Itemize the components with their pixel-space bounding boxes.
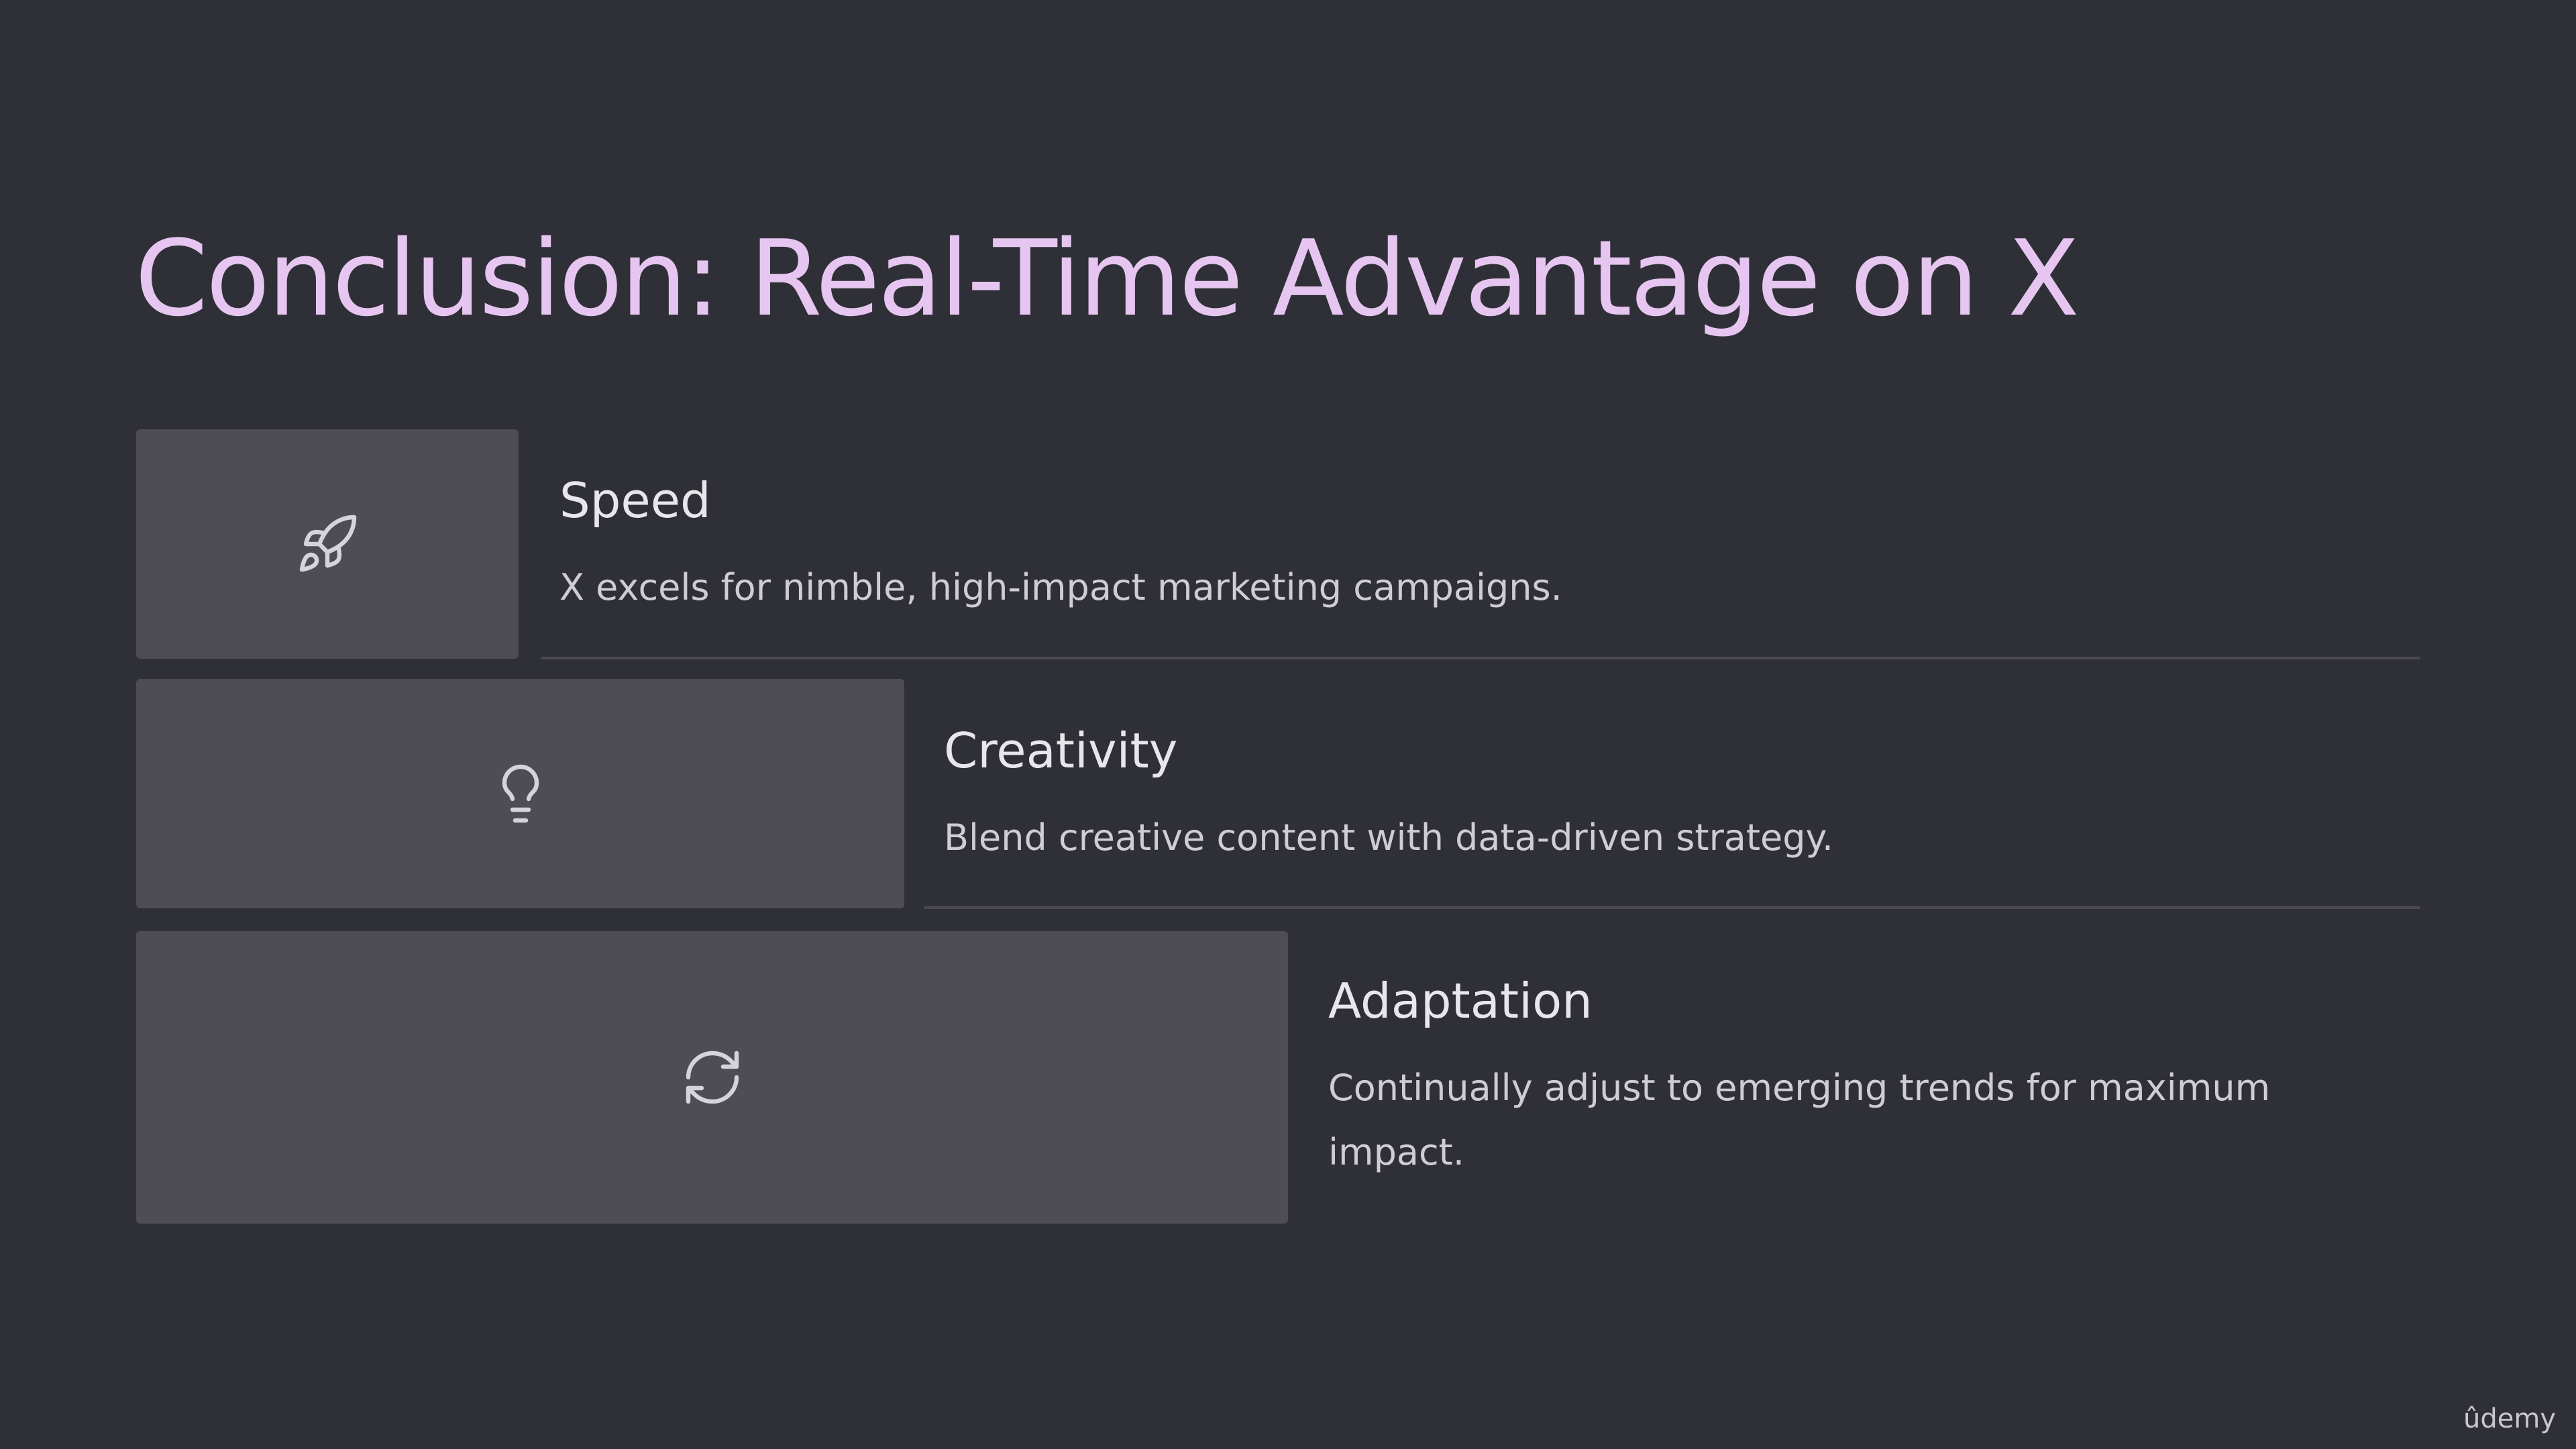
adaptation-text: Adaptation Continually adjust to emergin…	[1328, 977, 2375, 1185]
speed-description: X excels for nimble, high-impact marketi…	[559, 566, 1562, 608]
udemy-watermark: ûdemy	[2463, 1403, 2556, 1434]
speed-divider	[541, 657, 2420, 659]
refresh-icon	[686, 1051, 739, 1104]
adaptation-icon-card	[136, 931, 1288, 1224]
creativity-divider	[924, 906, 2420, 909]
creativity-heading: Creativity	[944, 722, 1178, 779]
slide: Conclusion: Real-Time Advantage on X Spe…	[0, 0, 2576, 1449]
creativity-text: Creativity Blend creative content with d…	[944, 727, 2386, 870]
creativity-description: Blend creative content with data-driven …	[944, 816, 1833, 859]
speed-text: Speed X excels for nimble, high-impact m…	[559, 476, 2371, 620]
adaptation-description: Continually adjust to emerging trends fo…	[1328, 1067, 2271, 1173]
slide-title: Conclusion: Real-Time Advantage on X	[135, 217, 2080, 339]
creativity-icon-card	[136, 679, 904, 908]
rocket-icon	[299, 515, 357, 572]
lightbulb-icon	[502, 764, 539, 823]
speed-icon-card	[136, 429, 519, 659]
speed-heading: Speed	[559, 472, 711, 529]
adaptation-heading: Adaptation	[1328, 973, 1593, 1029]
